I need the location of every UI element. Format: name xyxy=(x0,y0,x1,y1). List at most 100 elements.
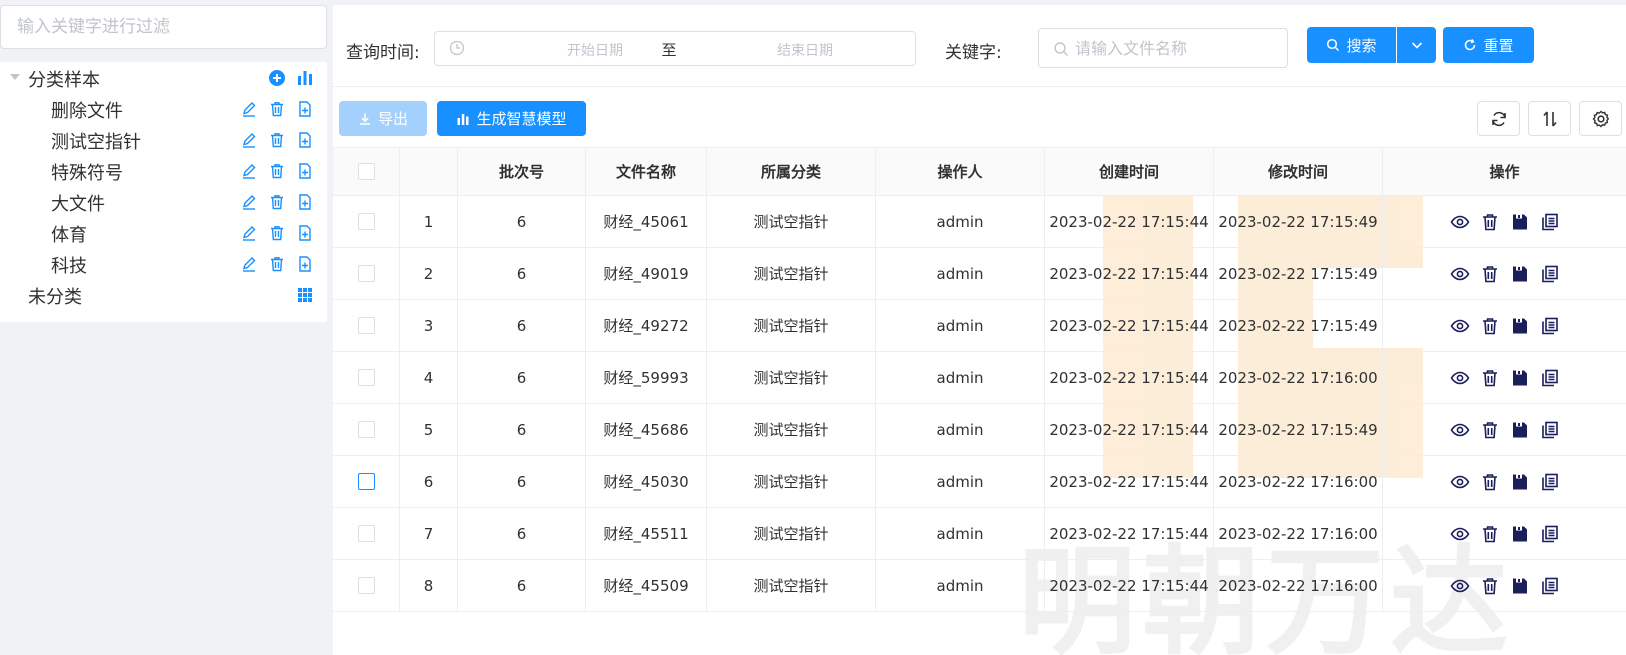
view-icon[interactable] xyxy=(1450,524,1470,544)
table-row[interactable]: 3 6 财经_49272 测试空指针 admin 2023-02-22 17:15:44 2… xyxy=(333,300,1626,352)
edit-icon[interactable] xyxy=(240,192,258,212)
export-button[interactable]: 导出 xyxy=(339,101,427,136)
select-all-checkbox[interactable] xyxy=(357,163,375,180)
tree-node-child[interactable]: 大文件 xyxy=(0,186,327,218)
table-cell xyxy=(333,456,400,507)
delete-icon[interactable] xyxy=(1480,576,1500,596)
tree-node-child[interactable]: 体育 xyxy=(0,217,327,249)
edit-icon[interactable] xyxy=(240,161,258,181)
search-bar: 查询时间: 开始日期 至 结束日期 关键字: 搜索 重置 xyxy=(333,5,1626,87)
add-file-icon[interactable] xyxy=(296,99,314,119)
view-icon[interactable] xyxy=(1450,472,1470,492)
tree-node-child[interactable]: 删除文件 xyxy=(0,93,327,125)
sort-columns-button[interactable] xyxy=(1528,101,1571,136)
copy-icon[interactable] xyxy=(1540,576,1560,596)
delete-icon[interactable] xyxy=(1480,264,1500,284)
bar-chart-icon[interactable] xyxy=(296,68,314,88)
delete-icon[interactable] xyxy=(1480,524,1500,544)
delete-icon[interactable] xyxy=(268,161,286,181)
reset-button[interactable]: 重置 xyxy=(1443,27,1534,63)
add-file-icon[interactable] xyxy=(296,192,314,212)
batch-number: 6 xyxy=(516,212,527,231)
save-icon[interactable] xyxy=(1510,316,1530,336)
search-options-dropdown[interactable] xyxy=(1397,27,1436,63)
row-checkbox[interactable] xyxy=(357,473,375,490)
view-icon[interactable] xyxy=(1450,368,1470,388)
table-row[interactable]: 7 6 财经_45511 测试空指针 admin 2023-02-22 17:15:44 2… xyxy=(333,508,1626,560)
copy-icon[interactable] xyxy=(1540,368,1560,388)
bar-chart-icon xyxy=(457,113,469,125)
add-file-icon[interactable] xyxy=(296,161,314,181)
delete-icon[interactable] xyxy=(268,254,286,274)
start-date-input[interactable]: 开始日期 xyxy=(535,40,655,60)
table-row[interactable]: 4 6 财经_59993 测试空指针 admin 2023-02-22 17:15:44 2… xyxy=(333,352,1626,404)
edit-icon[interactable] xyxy=(240,99,258,119)
date-range-picker[interactable]: 开始日期 至 结束日期 xyxy=(434,31,916,66)
edit-icon[interactable] xyxy=(240,130,258,150)
caret-down-icon[interactable] xyxy=(10,74,20,80)
view-icon[interactable] xyxy=(1450,420,1470,440)
save-icon[interactable] xyxy=(1510,524,1530,544)
view-icon[interactable] xyxy=(1450,264,1470,284)
delete-icon[interactable] xyxy=(1480,420,1500,440)
copy-icon[interactable] xyxy=(1540,524,1560,544)
save-icon[interactable] xyxy=(1510,472,1530,492)
add-file-icon[interactable] xyxy=(296,254,314,274)
add-file-icon[interactable] xyxy=(296,130,314,150)
tree-node-child[interactable]: 科技 xyxy=(0,248,327,280)
row-checkbox[interactable] xyxy=(357,265,375,282)
tree-node-root[interactable]: 分类样本 xyxy=(0,62,327,94)
row-checkbox[interactable] xyxy=(357,369,375,386)
delete-icon[interactable] xyxy=(1480,368,1500,388)
row-checkbox[interactable] xyxy=(357,577,375,594)
delete-icon[interactable] xyxy=(1480,472,1500,492)
copy-icon[interactable] xyxy=(1540,420,1560,440)
copy-icon[interactable] xyxy=(1540,264,1560,284)
table-row[interactable]: 2 6 财经_49019 测试空指针 admin 2023-02-22 17:15:44 2… xyxy=(333,248,1626,300)
save-icon[interactable] xyxy=(1510,368,1530,388)
table-row[interactable]: 5 6 财经_45686 测试空指针 admin 2023-02-22 17:15:44 2… xyxy=(333,404,1626,456)
row-checkbox[interactable] xyxy=(357,421,375,438)
add-file-icon[interactable] xyxy=(296,223,314,243)
add-circle-icon[interactable] xyxy=(268,68,286,88)
end-date-input[interactable]: 结束日期 xyxy=(745,40,865,60)
save-icon[interactable] xyxy=(1510,420,1530,440)
edit-icon[interactable] xyxy=(240,223,258,243)
row-checkbox[interactable] xyxy=(357,525,375,542)
table-row[interactable]: 1 6 财经_45061 测试空指针 admin 2023-02-22 17:15:44 2… xyxy=(333,196,1626,248)
copy-icon[interactable] xyxy=(1540,212,1560,232)
table-row[interactable]: 8 6 财经_45509 测试空指针 admin 2023-02-22 17:15:44 2… xyxy=(333,560,1626,612)
view-icon[interactable] xyxy=(1450,576,1470,596)
tree-node-uncategorized[interactable]: 未分类 xyxy=(0,279,327,311)
edit-icon[interactable] xyxy=(240,254,258,274)
keyword-input[interactable] xyxy=(1075,37,1275,59)
tree-node-child[interactable]: 特殊符号 xyxy=(0,155,327,187)
copy-icon[interactable] xyxy=(1540,316,1560,336)
copy-icon[interactable] xyxy=(1540,472,1560,492)
row-checkbox[interactable] xyxy=(357,213,375,230)
table-row[interactable]: 6 6 财经_45030 测试空指针 admin 2023-02-22 17:15:44 2… xyxy=(333,456,1626,508)
select-all-header[interactable] xyxy=(333,148,400,195)
refresh-table-button[interactable] xyxy=(1477,101,1520,136)
delete-icon[interactable] xyxy=(268,99,286,119)
delete-icon[interactable] xyxy=(268,130,286,150)
settings-button[interactable] xyxy=(1579,101,1622,136)
save-icon[interactable] xyxy=(1510,212,1530,232)
save-icon[interactable] xyxy=(1510,576,1530,596)
grid-icon[interactable] xyxy=(296,285,314,305)
generate-model-button[interactable]: 生成智慧模型 xyxy=(437,101,586,136)
tree-node-label: 分类样本 xyxy=(28,70,100,91)
tree-filter-input[interactable] xyxy=(0,5,327,49)
delete-icon[interactable] xyxy=(1480,212,1500,232)
tree-node-label: 大文件 xyxy=(51,194,105,215)
search-button[interactable]: 搜索 xyxy=(1307,27,1396,63)
tree-node-child[interactable]: 测试空指针 xyxy=(0,124,327,156)
delete-icon[interactable] xyxy=(268,223,286,243)
table-cell: 6 xyxy=(458,196,586,247)
delete-icon[interactable] xyxy=(1480,316,1500,336)
delete-icon[interactable] xyxy=(268,192,286,212)
view-icon[interactable] xyxy=(1450,212,1470,232)
row-checkbox[interactable] xyxy=(357,317,375,334)
view-icon[interactable] xyxy=(1450,316,1470,336)
save-icon[interactable] xyxy=(1510,264,1530,284)
